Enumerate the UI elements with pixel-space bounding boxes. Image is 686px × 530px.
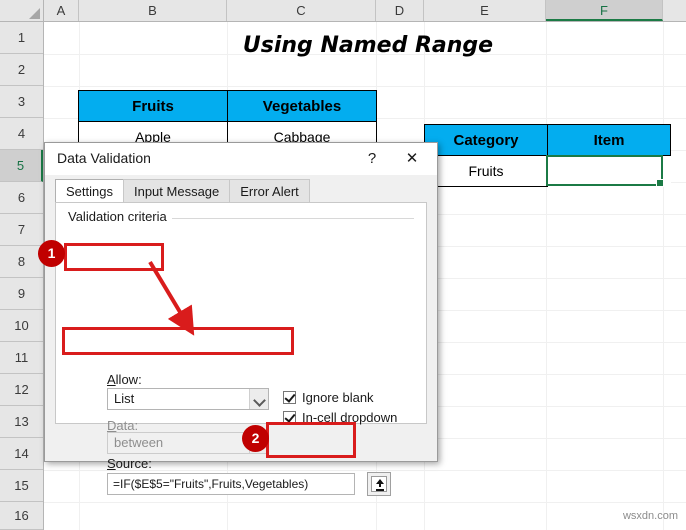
fill-handle[interactable] <box>656 179 664 187</box>
header-category: Category <box>424 124 548 156</box>
header-fruits: Fruits <box>78 90 228 122</box>
row-header-14[interactable]: 14 <box>0 438 43 470</box>
table-row: Category Item <box>424 124 671 156</box>
row-header-9[interactable]: 9 <box>0 278 43 310</box>
active-cell-selection[interactable] <box>546 155 664 187</box>
header-item: Item <box>547 124 671 156</box>
dialog-tabs: Settings Input Message Error Alert <box>55 179 310 204</box>
column-header-a[interactable]: A <box>44 0 79 21</box>
checkbox-box <box>283 391 296 404</box>
gridline-row-15 <box>44 502 686 503</box>
dialog-title-bar[interactable]: Data Validation ? ✕ <box>45 143 437 175</box>
close-icon[interactable]: ✕ <box>395 148 429 170</box>
column-header-b[interactable]: B <box>79 0 227 21</box>
cell-category-value[interactable]: Fruits <box>424 155 548 187</box>
allow-label-rest: llow: <box>115 372 142 387</box>
gridline-col-f <box>663 22 664 530</box>
allow-value: List <box>114 391 135 406</box>
allow-dropdown[interactable]: List <box>107 388 269 410</box>
page-title: Using Named Range <box>242 32 494 58</box>
row-header-5[interactable]: 5 <box>0 150 43 182</box>
row-header-15[interactable]: 15 <box>0 470 43 502</box>
data-label: Data: <box>107 418 139 433</box>
row-header-8[interactable]: 8 <box>0 246 43 278</box>
column-headers: A B C D E F <box>44 0 686 22</box>
excel-screenshot: A B C D E F 1 2 3 4 5 6 7 8 9 10 11 12 1… <box>0 0 686 530</box>
collapse-dialog-icon[interactable] <box>367 472 391 496</box>
select-all-triangle-icon <box>29 8 40 19</box>
data-validation-dialog: Data Validation ? ✕ Settings Input Messa… <box>44 142 438 496</box>
row-header-7[interactable]: 7 <box>0 214 43 246</box>
tab-error-alert[interactable]: Error Alert <box>229 179 310 202</box>
allow-label: Allow: <box>107 372 142 387</box>
column-header-e[interactable]: E <box>424 0 546 21</box>
watermark: wsxdn.com <box>622 510 678 522</box>
annotation-box-ok <box>266 422 356 458</box>
column-header-f[interactable]: F <box>546 0 663 21</box>
row-header-2[interactable]: 2 <box>0 54 43 86</box>
ignore-blank-label: Ignore blank <box>302 390 374 405</box>
source-label-rest: ource: <box>115 456 152 471</box>
gridline-col-e <box>546 22 547 530</box>
row-header-6[interactable]: 6 <box>0 182 43 214</box>
table-row: Fruits Vegetables <box>78 90 377 122</box>
annotation-box-allow <box>64 243 164 271</box>
column-header-c[interactable]: C <box>227 0 376 21</box>
dialog-title: Data Validation <box>57 150 151 166</box>
tab-input-message[interactable]: Input Message <box>122 179 231 202</box>
select-all-corner[interactable] <box>0 0 44 22</box>
row-header-4[interactable]: 4 <box>0 118 43 150</box>
help-icon[interactable]: ? <box>361 148 383 170</box>
chevron-down-icon[interactable] <box>249 389 268 409</box>
data-label-rest: ata: <box>116 418 139 433</box>
source-value: =IF($E$5="Fruits",Fruits,Vegetables) <box>113 477 309 491</box>
header-vegetables: Vegetables <box>227 90 377 122</box>
tab-settings[interactable]: Settings <box>55 179 124 204</box>
row-header-16[interactable]: 16 <box>0 502 43 530</box>
annotation-marker-2: 2 <box>242 425 269 452</box>
source-label: Source: <box>107 456 152 471</box>
source-input[interactable]: =IF($E$5="Fruits",Fruits,Vegetables) <box>107 473 355 495</box>
annotation-box-source <box>62 327 294 355</box>
row-header-1[interactable]: 1 <box>0 22 43 54</box>
row-headers: 1 2 3 4 5 6 7 8 9 10 11 12 13 14 15 16 <box>0 22 44 530</box>
data-value: between <box>114 435 164 450</box>
column-header-d[interactable]: D <box>376 0 424 21</box>
validation-criteria-label: Validation criteria <box>68 209 172 224</box>
row-header-13[interactable]: 13 <box>0 406 43 438</box>
annotation-marker-1: 1 <box>38 240 65 267</box>
column-header-g[interactable] <box>663 0 686 21</box>
row-header-3[interactable]: 3 <box>0 86 43 118</box>
row-header-11[interactable]: 11 <box>0 342 43 374</box>
row-header-12[interactable]: 12 <box>0 374 43 406</box>
row-header-10[interactable]: 10 <box>0 310 43 342</box>
gridline-row-2 <box>44 86 686 87</box>
